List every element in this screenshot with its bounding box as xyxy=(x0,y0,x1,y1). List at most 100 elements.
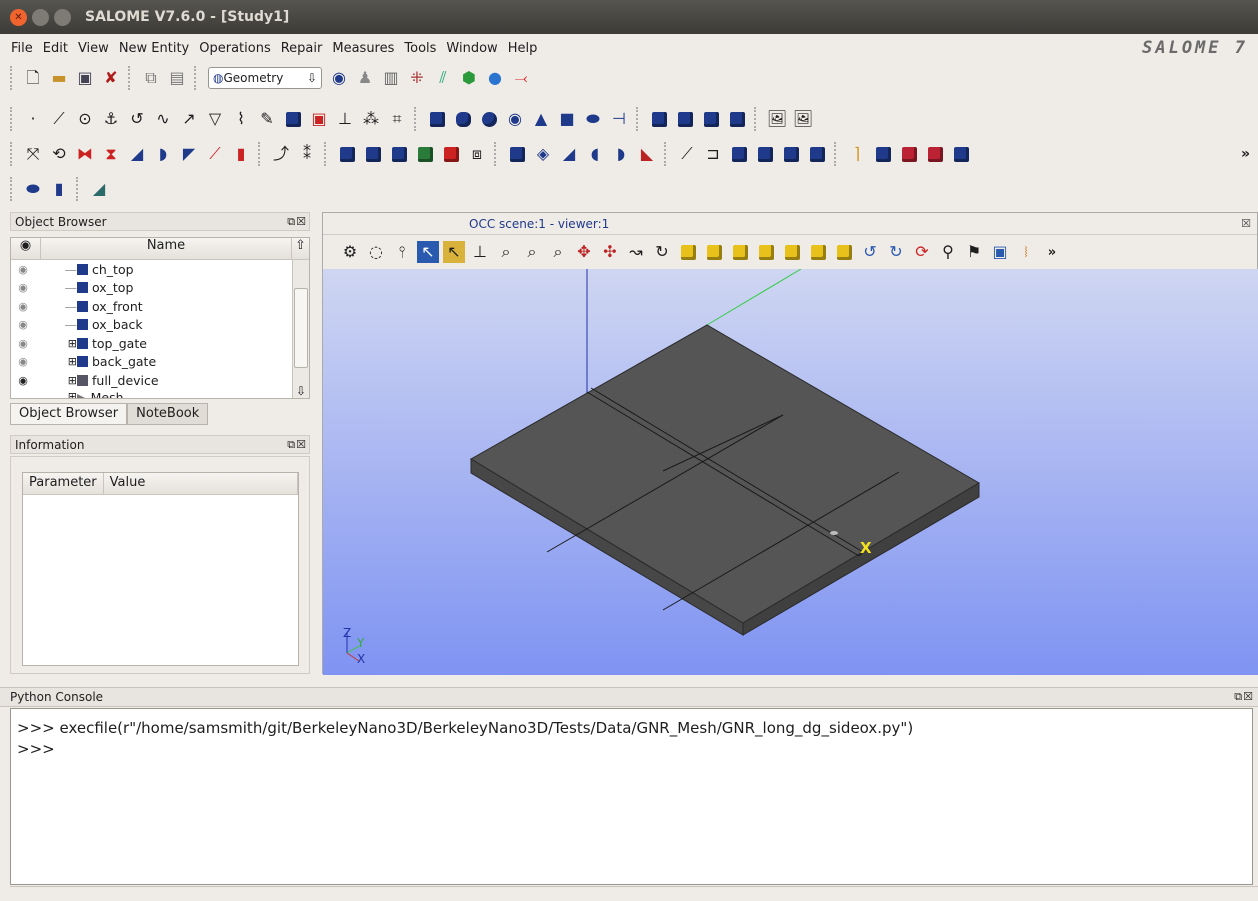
python-console[interactable]: >>> execfile(r"/home/samsmith/git/Berkel… xyxy=(10,708,1253,885)
menu-repair[interactable]: Repair xyxy=(276,41,328,56)
menu-help[interactable]: Help xyxy=(503,41,543,56)
chamfer-icon[interactable]: ◈ xyxy=(532,143,554,165)
edge-icon[interactable]: ⟋ xyxy=(676,143,698,165)
block-icon[interactable] xyxy=(898,143,920,165)
scroll-down-icon[interactable]: ⇩ xyxy=(293,384,309,398)
position-icon[interactable]: ◤ xyxy=(178,143,200,165)
build-icon[interactable]: ⊣ xyxy=(608,108,630,130)
toolbar-grip[interactable] xyxy=(834,142,838,166)
circle-icon[interactable]: ⊙ xyxy=(74,108,96,130)
back-view-icon[interactable] xyxy=(703,241,725,263)
tree-scrollbar[interactable]: ⇩ xyxy=(292,260,309,398)
paste-icon[interactable]: ▤ xyxy=(166,67,188,89)
thickness-icon[interactable]: ◗ xyxy=(610,143,632,165)
section-icon[interactable] xyxy=(726,108,748,130)
spline-icon[interactable]: ⌇ xyxy=(230,108,252,130)
left-view-icon[interactable] xyxy=(781,241,803,263)
visibility-column-icon[interactable]: ◉ xyxy=(11,238,41,259)
toolbar-grip[interactable] xyxy=(194,66,198,90)
viewer-close-icon[interactable]: ☒ xyxy=(1241,217,1251,230)
projection-icon[interactable]: ◗ xyxy=(152,143,174,165)
toolbar-grip[interactable] xyxy=(664,142,668,166)
globe-icon[interactable]: ● xyxy=(484,67,506,89)
menu-edit[interactable]: Edit xyxy=(38,41,73,56)
paravis-module-icon[interactable]: ⁜ xyxy=(406,67,428,89)
archimede-icon[interactable] xyxy=(362,143,384,165)
tree-item[interactable]: ◉ — ox_front xyxy=(11,297,309,316)
value-column-header[interactable]: Value xyxy=(104,473,298,494)
eye-icon[interactable]: ◉ xyxy=(11,281,35,294)
memorize-view-icon[interactable]: ⚲ xyxy=(937,241,959,263)
viewer-tab-label[interactable]: OCC scene:1 - viewer:1 xyxy=(469,217,609,231)
copy-icon[interactable]: ⧉ xyxy=(140,67,162,89)
toolbar-grip[interactable] xyxy=(128,66,132,90)
close-document-icon[interactable]: ✘ xyxy=(100,67,122,89)
marker-icon[interactable]: ⁂ xyxy=(360,108,382,130)
toolbar-grip[interactable] xyxy=(636,107,640,131)
restore-view-icon[interactable]: ⚑ xyxy=(963,241,985,263)
clockwise-icon[interactable]: ↻ xyxy=(885,241,907,263)
red-shape-icon[interactable]: ◣ xyxy=(636,143,658,165)
check-compound-icon[interactable] xyxy=(950,143,972,165)
top-view-icon[interactable] xyxy=(729,241,751,263)
tree-item[interactable]: ◉ — ox_top xyxy=(11,279,309,298)
close-window-button[interactable]: ✕ xyxy=(10,8,27,26)
smesh-module-icon[interactable]: ♟ xyxy=(354,67,376,89)
panel-float-close-icon[interactable]: ⧉☒ xyxy=(1234,690,1254,704)
wire-icon[interactable]: ⊐ xyxy=(702,143,724,165)
front-view-icon[interactable] xyxy=(677,241,699,263)
maximize-window-button[interactable] xyxy=(54,8,71,26)
module-select[interactable]: ◍ Geometry ⇩ xyxy=(208,67,322,89)
tree-item[interactable]: ◉ ⊞ full_device xyxy=(11,371,309,390)
eye-icon[interactable]: ◉ xyxy=(11,337,35,350)
jobmanager-icon[interactable]: ⤙ xyxy=(510,67,532,89)
menu-measures[interactable]: Measures xyxy=(327,41,399,56)
tree-item[interactable]: ◉ ⊞ back_gate xyxy=(11,353,309,372)
extrusion-icon[interactable]: ⤴ xyxy=(270,143,292,165)
scrollbar-thumb[interactable] xyxy=(294,288,308,368)
sphere-icon[interactable] xyxy=(478,108,500,130)
tree-item[interactable]: ◉ ⊞ top_gate xyxy=(11,334,309,353)
solid-icon[interactable] xyxy=(780,143,802,165)
save-icon[interactable]: ▣ xyxy=(74,67,96,89)
minimize-window-button[interactable] xyxy=(32,8,49,26)
menu-window[interactable]: Window xyxy=(441,41,502,56)
shape-process-icon[interactable] xyxy=(388,143,410,165)
eye-icon[interactable]: ◉ xyxy=(11,318,35,331)
smooth-surface-icon[interactable]: ◢ xyxy=(88,178,110,200)
divided-cylinder-icon[interactable]: ▮ xyxy=(48,178,70,200)
clone-view-icon[interactable]: ▣ xyxy=(989,241,1011,263)
compound-icon[interactable] xyxy=(806,143,828,165)
curve-icon[interactable]: ∿ xyxy=(152,108,174,130)
partition-icon[interactable] xyxy=(336,143,358,165)
3d-scene[interactable]: X Z Y X xyxy=(323,268,1258,675)
pipe-icon[interactable]: ◖ xyxy=(584,143,606,165)
clipping-icon[interactable]: ⧘ xyxy=(1015,241,1037,263)
eye-icon[interactable]: ◉ xyxy=(11,263,35,276)
dump-view-icon[interactable]: ⚙ xyxy=(339,241,361,263)
expand-plus-icon[interactable]: ⊞ xyxy=(35,374,77,387)
fit-all-icon[interactable]: ⌕ xyxy=(495,241,517,263)
global-pan-icon[interactable]: ✣ xyxy=(599,241,621,263)
multi-translation-icon[interactable]: ▮ xyxy=(230,143,252,165)
viewer-overflow-icon[interactable]: » xyxy=(1041,241,1063,263)
expand-plus-icon[interactable]: ⊞ xyxy=(35,355,77,368)
scroll-up-icon[interactable]: ⇧ xyxy=(292,238,309,259)
face-icon[interactable] xyxy=(282,108,304,130)
common-icon[interactable] xyxy=(674,108,696,130)
disk-icon[interactable]: ⬬ xyxy=(582,108,604,130)
open-folder-icon[interactable]: ▬ xyxy=(48,67,70,89)
toolbar-grip[interactable] xyxy=(10,142,14,166)
panel-float-close-icon[interactable]: ⧉☒ xyxy=(287,438,307,452)
tree-item[interactable]: ◉ — ox_back xyxy=(11,316,309,335)
menu-operations[interactable]: Operations xyxy=(194,41,275,56)
toolbar-grip[interactable] xyxy=(258,142,262,166)
isoline-icon[interactable]: ⌗ xyxy=(386,108,408,130)
fit-area-icon[interactable]: ⌕ xyxy=(521,241,543,263)
rotation-point-icon[interactable]: ↝ xyxy=(625,241,647,263)
revolution-icon[interactable]: ⁑ xyxy=(296,143,318,165)
picture-import-icon[interactable]: 🖼 xyxy=(766,108,788,130)
toolbar-grip[interactable] xyxy=(10,66,14,90)
point-icon[interactable]: · xyxy=(22,108,44,130)
toolbar-grip[interactable] xyxy=(324,142,328,166)
